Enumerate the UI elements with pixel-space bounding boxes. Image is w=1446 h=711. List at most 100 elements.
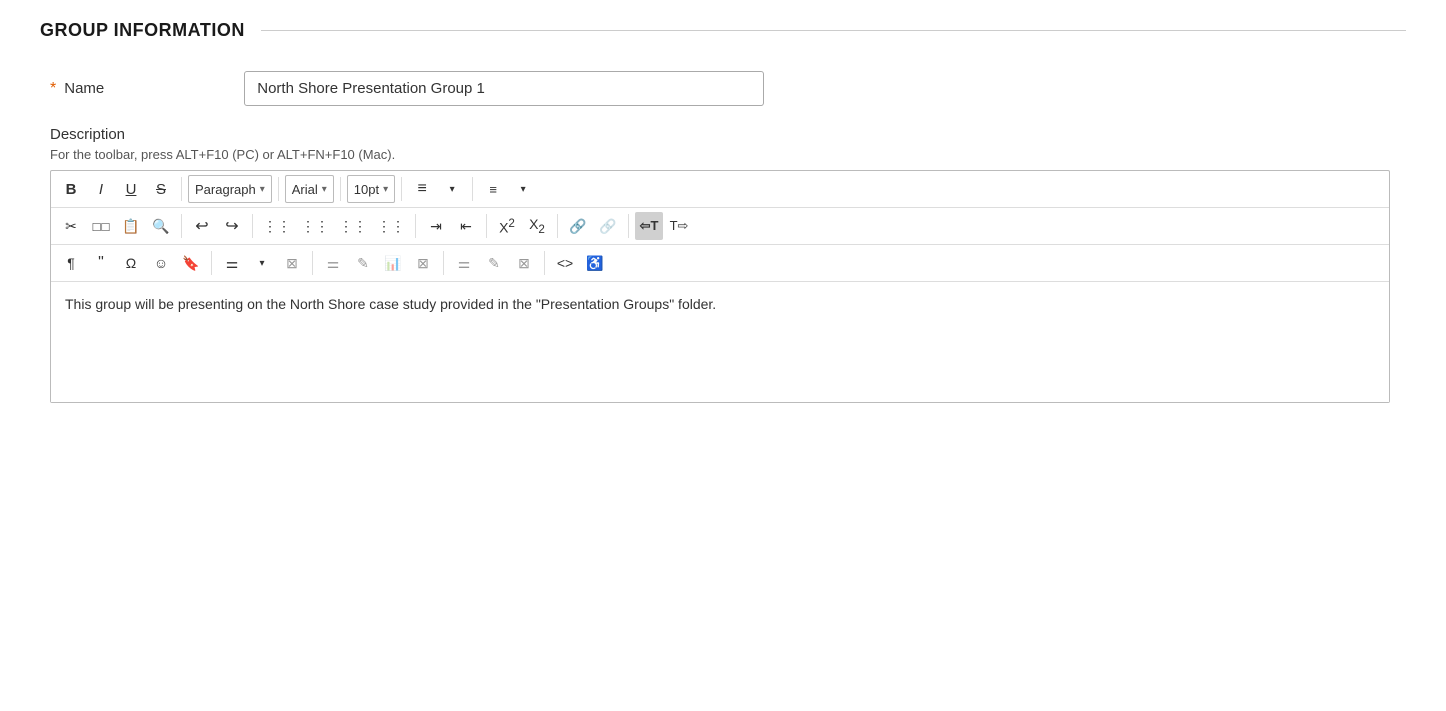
outdent-button[interactable]: ⇤ xyxy=(452,212,480,240)
editor-content[interactable]: This group will be presenting on the Nor… xyxy=(51,282,1389,402)
table-icon: ⚌ xyxy=(226,255,239,272)
subscript-button[interactable]: X2 xyxy=(523,212,551,240)
name-input[interactable] xyxy=(244,71,764,106)
toolbar-sep-11 xyxy=(628,214,629,238)
blockquote-icon: " xyxy=(98,254,104,272)
cut-icon: ✂ xyxy=(65,218,77,235)
bold-button[interactable]: B xyxy=(57,175,85,203)
blockquote-button[interactable]: " xyxy=(87,249,115,277)
row-2-icon: ✎ xyxy=(488,255,500,272)
redo-button[interactable]: ↪ xyxy=(218,212,246,240)
toolbar-sep-8 xyxy=(415,214,416,238)
ltr-icon: ⇦T xyxy=(640,218,659,234)
table-delete-button[interactable]: ⊠ xyxy=(278,249,306,277)
ordered-list-button[interactable]: ≡ xyxy=(479,175,507,203)
col-btn-3[interactable]: 📊 xyxy=(379,249,407,277)
table-delete-icon: ⊠ xyxy=(286,255,298,272)
undo-icon: ↩ xyxy=(195,216,208,236)
name-label: Name xyxy=(64,80,244,97)
align-left-icon: ⋮⋮ xyxy=(263,218,291,235)
align-left-button[interactable]: ⋮⋮ xyxy=(259,212,295,240)
col-btn-4[interactable]: ⊠ xyxy=(409,249,437,277)
unlink-icon: 🔗 xyxy=(599,218,616,235)
row-btn-1[interactable]: ⚌ xyxy=(450,249,478,277)
description-label: Description xyxy=(50,126,1406,143)
toolbar-sep-12 xyxy=(211,251,212,275)
accessibility-icon: ♿ xyxy=(586,255,603,272)
unordered-list-button[interactable]: ≡ xyxy=(408,175,436,203)
row-3-icon: ⊠ xyxy=(518,255,530,272)
undo-button[interactable]: ↩ xyxy=(188,212,216,240)
row-btn-2[interactable]: ✎ xyxy=(480,249,508,277)
align-right-button[interactable]: ⋮⋮ xyxy=(335,212,371,240)
special-char-button[interactable]: Ω xyxy=(117,249,145,277)
align-justify-icon: ⋮⋮ xyxy=(377,218,405,235)
font-chevron: ▾ xyxy=(322,184,327,195)
accessibility-button[interactable]: ♿ xyxy=(581,249,609,277)
paragraph-chevron: ▾ xyxy=(260,184,265,195)
bookmark-icon: 🔖 xyxy=(182,255,199,272)
ul-icon: ≡ xyxy=(417,180,426,198)
ltr-button[interactable]: ⇦T xyxy=(635,212,663,240)
underline-button[interactable]: U xyxy=(117,175,145,203)
toolbar-sep-14 xyxy=(443,251,444,275)
size-select[interactable]: 10pt ▾ xyxy=(347,175,395,203)
unlink-button[interactable]: 🔗 xyxy=(594,212,622,240)
cut-button[interactable]: ✂ xyxy=(57,212,85,240)
paragraph-label: Paragraph xyxy=(195,182,256,197)
show-blocks-icon: ¶ xyxy=(67,255,75,271)
ul-dropdown-button[interactable]: ▾ xyxy=(438,175,466,203)
col-2-icon: ✎ xyxy=(357,255,369,272)
size-chevron: ▾ xyxy=(383,184,388,195)
toolbar-sep-2 xyxy=(278,177,279,201)
toolbar-row-1: B I U S Paragraph ▾ Arial ▾ 10pt ▾ ≡ xyxy=(51,171,1389,208)
table-dropdown-button[interactable]: ▾ xyxy=(248,249,276,277)
toolbar-hint: For the toolbar, press ALT+F10 (PC) or A… xyxy=(50,147,1406,162)
source-button[interactable]: <> xyxy=(551,249,579,277)
copy-button[interactable]: □ □ xyxy=(87,212,115,240)
section-title: GROUP INFORMATION xyxy=(40,20,245,41)
paragraph-select[interactable]: Paragraph ▾ xyxy=(188,175,272,203)
find-button[interactable]: 🔍 xyxy=(147,212,175,240)
special-char-icon: Ω xyxy=(126,255,136,271)
col-1-icon: ⚌ xyxy=(327,255,340,272)
align-center-icon: ⋮⋮ xyxy=(301,218,329,235)
emoji-button[interactable]: ☺ xyxy=(147,249,175,277)
col-btn-1[interactable]: ⚌ xyxy=(319,249,347,277)
toolbar-sep-9 xyxy=(486,214,487,238)
col-3-icon: 📊 xyxy=(384,255,401,272)
bookmark-button[interactable]: 🔖 xyxy=(177,249,205,277)
name-field-row: * Name xyxy=(40,71,1406,106)
toolbar-sep-4 xyxy=(401,177,402,201)
font-label: Arial xyxy=(292,182,318,197)
col-btn-2[interactable]: ✎ xyxy=(349,249,377,277)
table-insert-button[interactable]: ⚌ xyxy=(218,249,246,277)
indent-button[interactable]: ⇥ xyxy=(422,212,450,240)
show-blocks-button[interactable]: ¶ xyxy=(57,249,85,277)
superscript-icon: X2 xyxy=(499,217,515,236)
row-1-icon: ⚌ xyxy=(458,255,471,272)
editor-text: This group will be presenting on the Nor… xyxy=(65,296,716,312)
subscript-icon: X2 xyxy=(529,216,545,236)
toolbar-sep-15 xyxy=(544,251,545,275)
font-select[interactable]: Arial ▾ xyxy=(285,175,334,203)
rtl-button[interactable]: T⇨ xyxy=(665,212,693,240)
emoji-icon: ☺ xyxy=(154,255,168,271)
strikethrough-button[interactable]: S xyxy=(147,175,175,203)
paste-icon: 📋 xyxy=(122,218,139,235)
italic-button[interactable]: I xyxy=(87,175,115,203)
toolbar-sep-13 xyxy=(312,251,313,275)
align-center-button[interactable]: ⋮⋮ xyxy=(297,212,333,240)
paste-button[interactable]: 📋 xyxy=(117,212,145,240)
align-justify-button[interactable]: ⋮⋮ xyxy=(373,212,409,240)
ol-dropdown-icon: ▾ xyxy=(521,184,526,195)
superscript-button[interactable]: X2 xyxy=(493,212,521,240)
table-dropdown-icon: ▾ xyxy=(259,258,264,269)
row-btn-3[interactable]: ⊠ xyxy=(510,249,538,277)
ol-dropdown-button[interactable]: ▾ xyxy=(509,175,537,203)
toolbar-sep-10 xyxy=(557,214,558,238)
size-label: 10pt xyxy=(354,182,379,197)
link-button[interactable]: 🔗 xyxy=(564,212,592,240)
ul-dropdown-icon: ▾ xyxy=(450,184,455,195)
editor-container: B I U S Paragraph ▾ Arial ▾ 10pt ▾ ≡ xyxy=(50,170,1390,403)
